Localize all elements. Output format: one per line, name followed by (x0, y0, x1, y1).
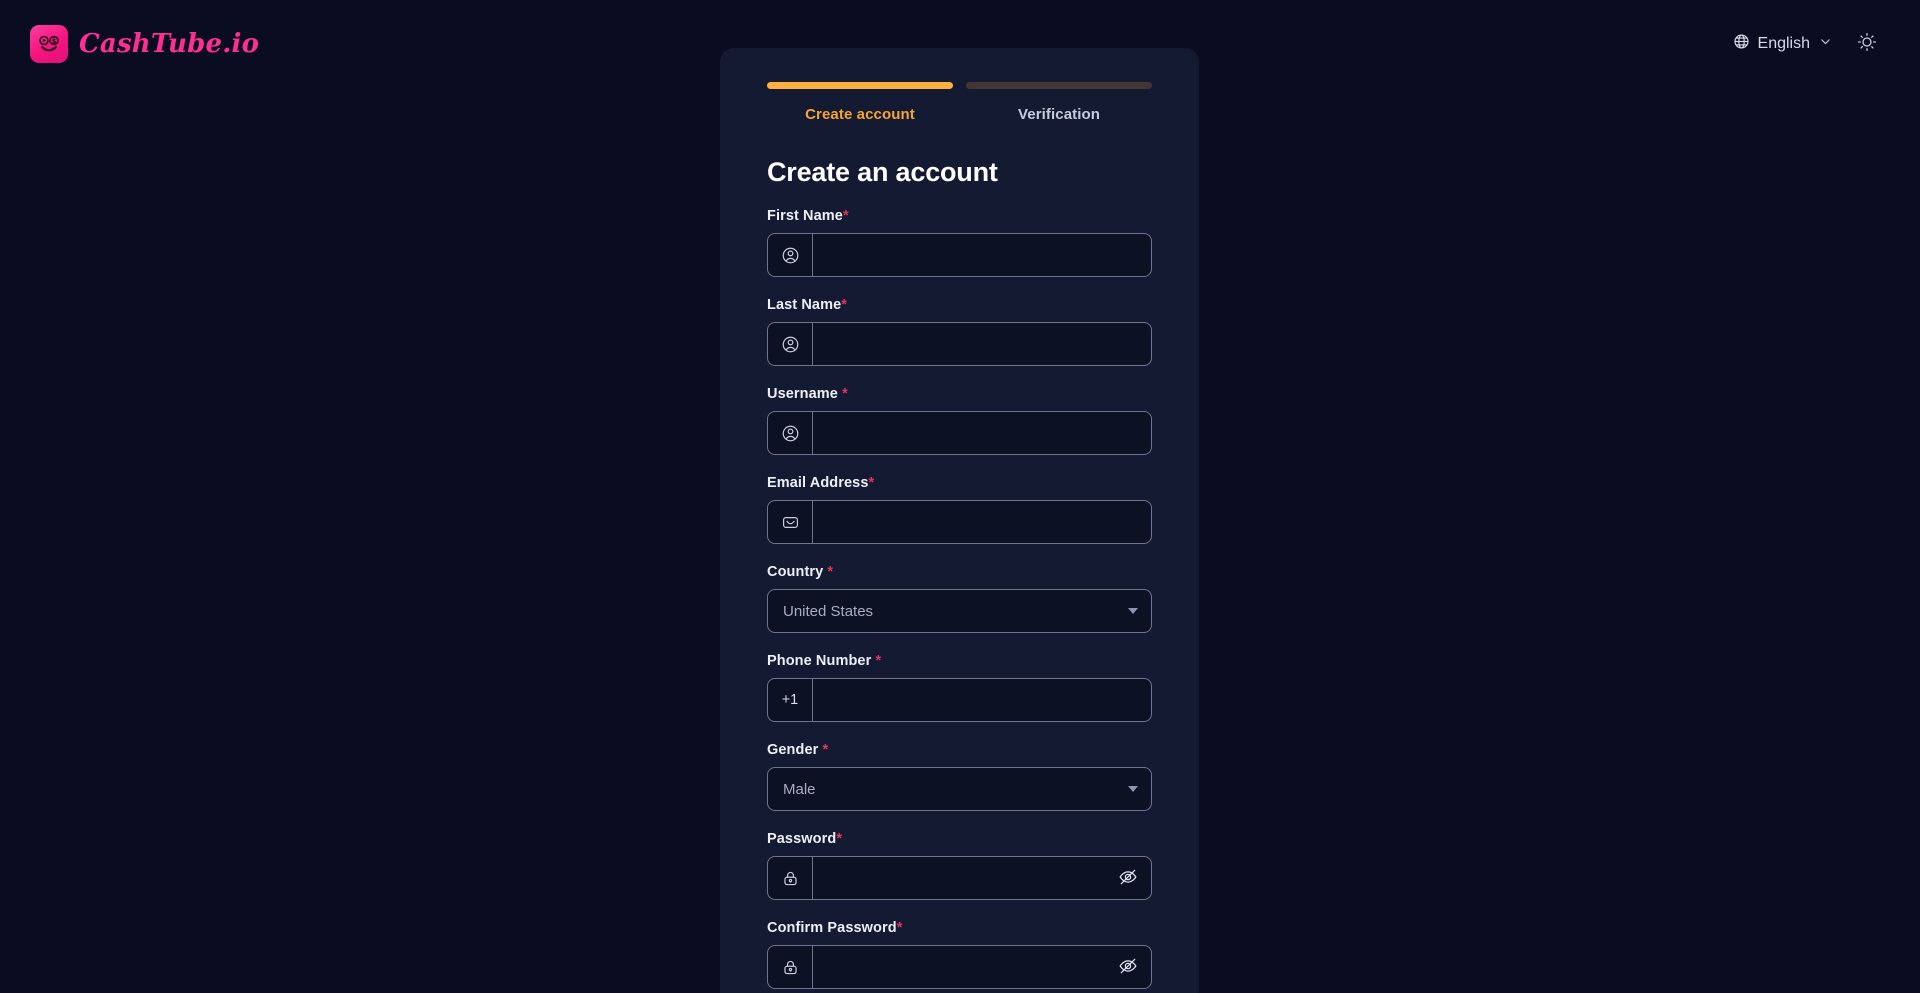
field-first-name: First Name* (767, 208, 1152, 277)
last-name-input[interactable] (813, 323, 1151, 365)
required-asterisk: * (827, 564, 834, 580)
country-select[interactable]: United States (767, 589, 1152, 633)
input-wrapper-email-address (767, 500, 1152, 544)
sun-icon (1857, 32, 1877, 57)
lock-icon (768, 857, 813, 899)
envelope-icon (768, 501, 813, 543)
user-circle-icon (768, 412, 813, 454)
caret-down-icon (1128, 786, 1138, 792)
input-wrapper-confirm-password (767, 945, 1152, 989)
required-asterisk: * (875, 653, 882, 669)
progress-step-create-account[interactable]: Create account (767, 82, 953, 123)
email-address-input[interactable] (813, 501, 1151, 543)
brand-name: CashTube.io (79, 29, 260, 59)
eye-off-icon (1118, 956, 1138, 979)
field-last-name: Last Name* (767, 297, 1152, 366)
input-wrapper-last-name (767, 322, 1152, 366)
progress-step-label: Create account (805, 106, 915, 123)
language-selector[interactable]: English (1733, 33, 1832, 55)
required-asterisk: * (896, 920, 903, 936)
field-confirm-password: Confirm Password* (767, 920, 1152, 989)
label-text: Confirm Password (767, 920, 897, 936)
field-email-address: Email Address* (767, 475, 1152, 544)
chevron-down-icon (1819, 35, 1832, 53)
required-asterisk: * (836, 831, 843, 847)
field-label-first-name: First Name* (767, 208, 1152, 224)
top-bar-right-controls: English (1733, 31, 1894, 57)
label-text: Last Name (767, 297, 842, 313)
gender-select-value: Male (783, 780, 816, 798)
globe-icon (1733, 33, 1750, 55)
field-gender: Gender * Male (767, 742, 1152, 811)
cashtube-smiley-logo-icon: S (30, 25, 68, 63)
user-circle-icon (768, 323, 813, 365)
progress-step-verification[interactable]: Verification (966, 82, 1152, 123)
progress-step-label: Verification (1017, 106, 1101, 123)
field-label-gender: Gender * (767, 742, 1152, 758)
label-text: Gender (767, 742, 819, 758)
field-label-last-name: Last Name* (767, 297, 1152, 313)
first-name-input[interactable] (813, 234, 1151, 276)
password-visibility-toggle[interactable] (1105, 857, 1151, 899)
top-bar: S CashTube.io English (0, 0, 1920, 88)
brand-logo[interactable]: S CashTube.io (30, 21, 259, 67)
field-label-country: Country * (767, 564, 1152, 580)
label-text: Country (767, 564, 824, 580)
label-text: Phone Number (767, 653, 872, 669)
field-country: Country * United States (767, 564, 1152, 633)
country-select-value: United States (783, 602, 874, 620)
field-password: Password* (767, 831, 1152, 900)
phone-number-input[interactable] (813, 679, 1151, 721)
phone-country-code[interactable]: +1 (768, 679, 813, 721)
required-asterisk: * (841, 297, 847, 313)
field-username: Username * (767, 386, 1152, 455)
field-label-confirm-password: Confirm Password* (767, 920, 1152, 936)
confirm-password-input[interactable] (813, 946, 1105, 988)
field-label-username: Username * (767, 386, 1152, 402)
field-label-phone-number: Phone Number * (767, 653, 1152, 669)
username-input[interactable] (813, 412, 1151, 454)
signup-card: Create account Verification Create an ac… (720, 48, 1199, 993)
user-circle-icon (768, 234, 813, 276)
input-wrapper-username (767, 411, 1152, 455)
password-input[interactable] (813, 857, 1105, 899)
confirm-password-visibility-toggle[interactable] (1105, 946, 1151, 988)
required-asterisk: * (868, 475, 875, 491)
page-title: Create an account (767, 157, 998, 187)
input-wrapper-password (767, 856, 1152, 900)
field-label-password: Password* (767, 831, 1152, 847)
eye-off-icon (1118, 867, 1138, 890)
label-text: Email Address (767, 475, 869, 491)
card-bottom-spacer (767, 989, 1152, 993)
required-asterisk: * (842, 386, 848, 402)
required-asterisk: * (842, 208, 849, 224)
gender-select[interactable]: Male (767, 767, 1152, 811)
required-asterisk: * (822, 742, 829, 758)
label-text: Username (767, 386, 838, 402)
input-wrapper-phone-number: +1 (767, 678, 1152, 722)
caret-down-icon (1128, 608, 1138, 614)
input-wrapper-first-name (767, 233, 1152, 277)
field-phone-number: Phone Number * +1 (767, 653, 1152, 722)
label-text: First Name (767, 208, 843, 224)
label-text: Password (767, 831, 837, 847)
language-label: English (1757, 35, 1810, 52)
theme-toggle-button[interactable] (1854, 31, 1880, 57)
field-label-email-address: Email Address* (767, 475, 1152, 491)
lock-icon (768, 946, 813, 988)
